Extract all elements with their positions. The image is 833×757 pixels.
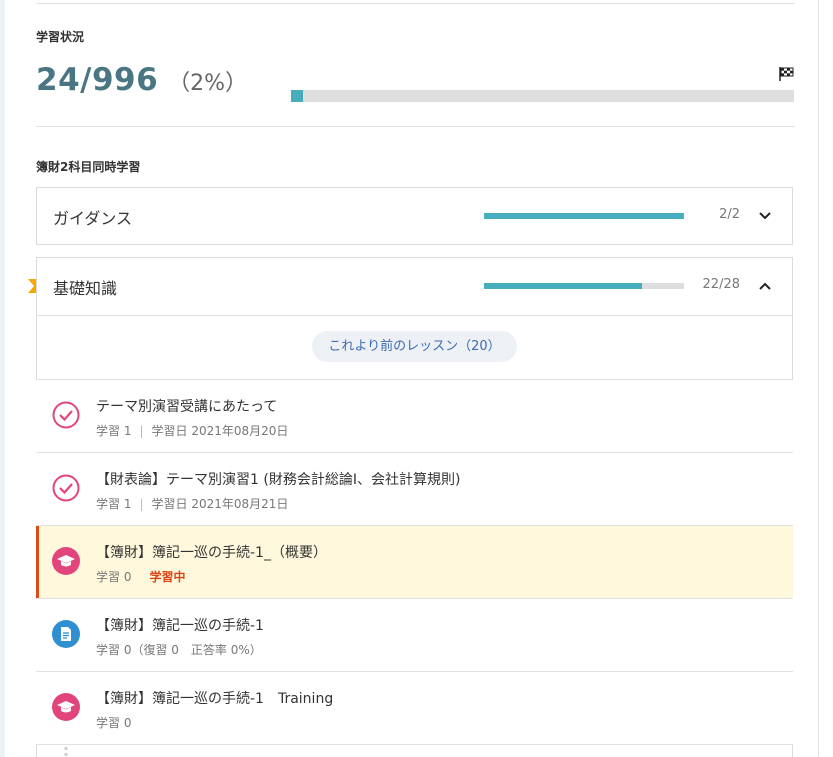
lesson-study-count: 学習 0 <box>96 716 132 730</box>
lesson-row[interactable]: テーマ別演習受講にあたって 学習 1 | 学習日 2021年08月20日 <box>36 379 793 452</box>
lesson-row[interactable]: 【簿財】簿記一巡の手続-1 学習 0（復習 0 正答率 0%） <box>36 598 793 671</box>
course-heading: 簿財2科目同時学習 <box>36 160 141 174</box>
section-progress-bar <box>484 283 684 289</box>
checkered-flag-icon <box>779 67 794 81</box>
lesson-row[interactable]: 【財表論】テーマ別演習1 (財務会計総論Ⅰ、会社計算規則) 学習 1 | 学習日 2… <box>36 452 793 525</box>
lesson-status-badge: 学習中 <box>149 570 186 584</box>
previous-lessons-button[interactable]: これより前のレッスン（20） <box>312 331 517 362</box>
lesson-study-count: 学習 0 <box>96 570 132 584</box>
learning-status-page: 学習状況 24/996 （2%） 簿財2科目同時学習 ガイダンス 2/2 基礎知… <box>0 0 833 757</box>
lesson-study-date: 学習日 2021年08月21日 <box>151 497 289 511</box>
overall-progress-fill <box>291 90 304 102</box>
overall-progress-bar <box>291 90 794 102</box>
graduation-cap-icon <box>52 693 80 721</box>
section-count: 22/28 <box>702 277 740 292</box>
section-header-divider <box>37 315 792 316</box>
section-card-guidance[interactable]: ガイダンス 2/2 <box>36 187 793 245</box>
lesson-title: 【財表論】テーマ別演習1 (財務会計総論Ⅰ、会社計算規則) <box>96 472 461 488</box>
progress-heading: 学習状況 <box>36 30 85 44</box>
section-progress-fill <box>484 283 642 289</box>
lesson-meta: 学習 0 学習中 <box>96 568 185 585</box>
lesson-meta: 学習 0（復習 0 正答率 0%） <box>96 641 262 658</box>
chevron-up-icon[interactable] <box>758 279 772 293</box>
lesson-title: テーマ別演習受講にあたって <box>96 399 278 415</box>
lesson-title: 【簿財】簿記一巡の手続-1 <box>96 618 264 634</box>
section-title[interactable]: 基礎知識 <box>53 275 117 299</box>
lesson-row-next[interactable] <box>36 744 793 757</box>
top-divider <box>36 3 795 4</box>
check-circle-icon <box>52 401 80 429</box>
lesson-row[interactable]: 【簿財】簿記一巡の手続-1 Training 学習 0 <box>36 671 793 744</box>
lesson-meta: 学習 0 <box>96 714 131 731</box>
left-rail <box>0 0 5 757</box>
document-icon <box>52 620 80 648</box>
section-count: 2/2 <box>719 207 740 222</box>
lesson-title: 【簿財】簿記一巡の手続-1_（概要） <box>96 545 327 561</box>
progress-percent: （2%） <box>168 71 248 96</box>
lesson-row-current[interactable]: 【簿財】簿記一巡の手続-1_（概要） 学習 0 学習中 <box>36 525 793 598</box>
section-divider <box>36 126 795 127</box>
section-progress-bar <box>484 213 684 219</box>
lesson-study-count: 学習 1 <box>96 424 132 438</box>
section-progress-fill <box>484 213 684 219</box>
lesson-study-date: 学習日 2021年08月20日 <box>151 424 289 438</box>
lesson-study-count: 学習 0（復習 0 正答率 0%） <box>96 643 262 657</box>
check-circle-icon <box>52 474 80 502</box>
lesson-meta: 学習 1 | 学習日 2021年08月20日 <box>96 424 289 438</box>
lesson-study-count: 学習 1 <box>96 497 132 511</box>
chevron-down-icon[interactable] <box>758 209 772 223</box>
scrollbar-track[interactable] <box>818 0 833 757</box>
lesson-title: 【簿財】簿記一巡の手続-1 Training <box>96 691 334 707</box>
section-title: ガイダンス <box>53 209 133 228</box>
lesson-meta: 学習 1 | 学習日 2021年08月21日 <box>96 497 289 511</box>
progress-stat: 24/996 （2%） <box>36 62 247 98</box>
graduation-cap-icon <box>52 547 80 575</box>
progress-count: 24/996 <box>36 62 159 98</box>
